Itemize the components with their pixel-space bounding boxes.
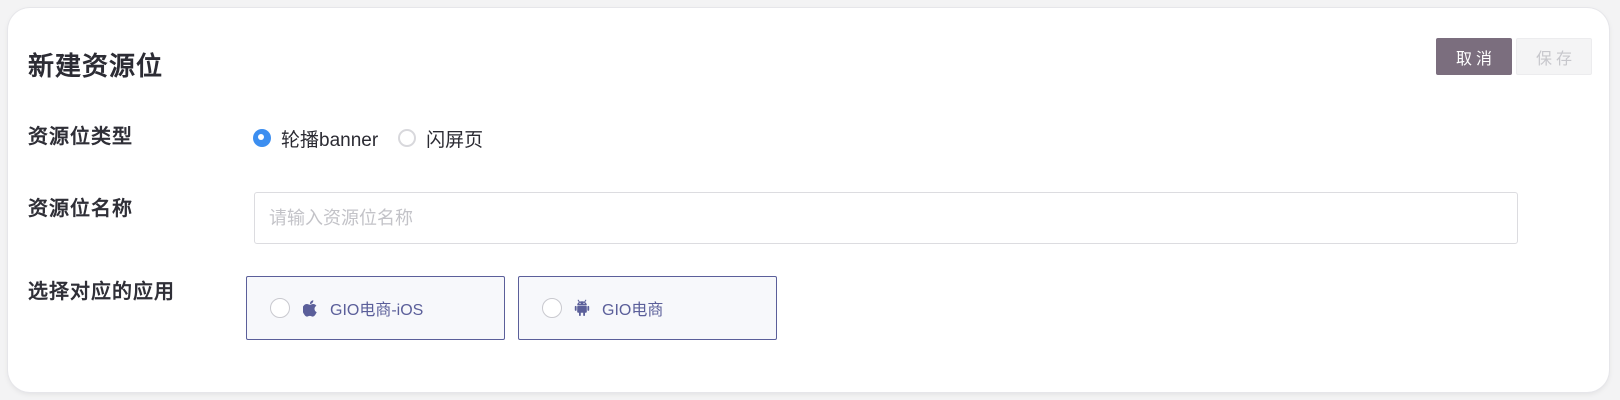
resource-name-label: 资源位名称 [28, 198, 133, 220]
resource-type-radio-group: 轮播banner 闪屏页 [253, 123, 503, 153]
app-radio-ios[interactable] [270, 298, 290, 318]
app-name-android: GIO电商 [602, 302, 664, 319]
radio-option-splash[interactable]: 闪屏页 [398, 125, 483, 152]
android-icon [574, 299, 590, 317]
save-button[interactable]: 保存 [1516, 38, 1592, 75]
radio-option-banner[interactable]: 轮播banner [253, 125, 378, 152]
radio-button-checked[interactable] [253, 129, 271, 147]
radio-button[interactable] [398, 129, 417, 147]
page-title: 新建资源位 [28, 51, 164, 81]
app-option-android[interactable]: GIO电商 [518, 276, 777, 340]
cancel-button[interactable]: 取消 [1436, 38, 1512, 75]
resource-type-label: 资源位类型 [28, 126, 133, 148]
app-option-ios[interactable]: GIO电商-iOS [246, 276, 505, 340]
apple-icon [302, 299, 318, 317]
resource-name-input[interactable] [254, 192, 1518, 244]
radio-option-banner-label: 轮播banner [281, 129, 379, 151]
radio-option-splash-label: 闪屏页 [426, 129, 484, 151]
app-name-ios: GIO电商-iOS [330, 302, 424, 319]
app-select-label: 选择对应的应用 [28, 281, 175, 303]
save-button-label: 保存 [1535, 50, 1576, 68]
app-radio-android[interactable] [542, 298, 562, 318]
cancel-button-label: 取消 [1455, 50, 1496, 68]
resource-slot-form-card: 新建资源位 取消 保存 资源位类型 轮播banner 闪屏页 资源位名称 选择对… [8, 8, 1609, 392]
